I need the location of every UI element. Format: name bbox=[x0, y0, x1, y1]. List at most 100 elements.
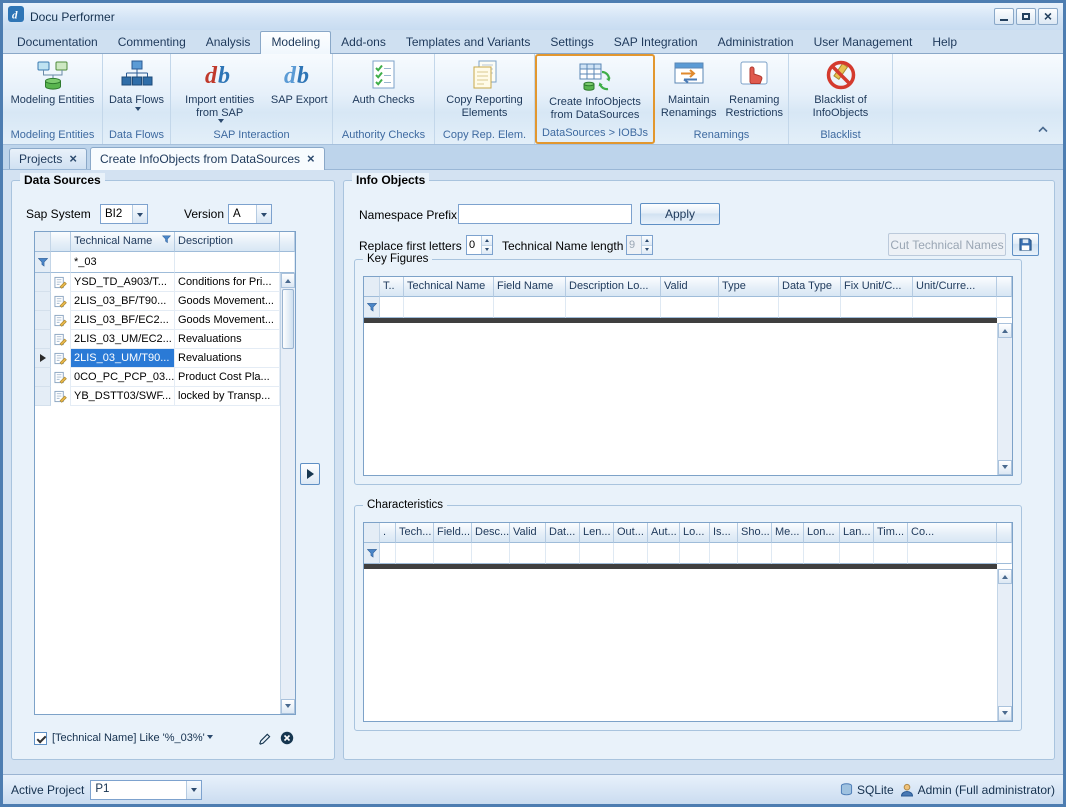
scroll-up-button[interactable] bbox=[281, 273, 295, 288]
tab-templates-and-variants[interactable]: Templates and Variants bbox=[396, 32, 541, 53]
ch-column-header[interactable]: Lan... bbox=[840, 523, 874, 543]
cell-description[interactable]: Revaluations bbox=[175, 349, 280, 368]
filter-enabled-checkbox[interactable] bbox=[34, 732, 47, 745]
table-row-selected[interactable]: 2LIS_03_UM/T90... Revaluations bbox=[35, 349, 280, 368]
active-filter-icon[interactable] bbox=[162, 235, 171, 244]
filter-cell[interactable] bbox=[614, 543, 648, 564]
description-column-header[interactable]: Description bbox=[175, 232, 280, 252]
filter-cell[interactable] bbox=[472, 543, 510, 564]
ribbon-collapse-button[interactable] bbox=[1035, 122, 1051, 136]
tab-analysis[interactable]: Analysis bbox=[196, 32, 261, 53]
cell-technical-name[interactable]: 2LIS_03_BF/T90... bbox=[71, 292, 175, 311]
filter-cell[interactable] bbox=[580, 543, 614, 564]
minimize-button[interactable] bbox=[994, 8, 1014, 25]
scrollbar-track[interactable] bbox=[998, 338, 1012, 460]
kf-column-header[interactable]: Technical Name bbox=[404, 277, 494, 297]
active-project-combo[interactable]: P1 bbox=[90, 780, 202, 800]
tab-help[interactable]: Help bbox=[922, 32, 967, 53]
tab-user-management[interactable]: User Management bbox=[804, 32, 923, 53]
filter-cell[interactable] bbox=[779, 297, 841, 318]
technical-name-filter-input[interactable] bbox=[71, 252, 174, 272]
filter-cell[interactable] bbox=[913, 297, 997, 318]
ch-column-header[interactable]: Lo... bbox=[680, 523, 710, 543]
tab-settings[interactable]: Settings bbox=[540, 32, 603, 53]
replace-first-letters-spinner[interactable] bbox=[466, 235, 493, 255]
scrollbar-thumb[interactable] bbox=[282, 289, 294, 349]
description-filter-cell[interactable] bbox=[175, 252, 280, 273]
scroll-up-button[interactable] bbox=[998, 323, 1012, 338]
filter-cell[interactable] bbox=[772, 543, 804, 564]
renaming-restrictions-button[interactable]: Renaming Restrictions bbox=[723, 56, 787, 128]
vertical-scrollbar[interactable] bbox=[997, 323, 1012, 475]
filter-cell[interactable] bbox=[434, 543, 472, 564]
version-combo[interactable]: A bbox=[228, 204, 272, 224]
table-row[interactable]: YSD_TD_A903/T... Conditions for Pri... bbox=[35, 273, 280, 292]
filter-cell[interactable] bbox=[738, 543, 772, 564]
table-row[interactable]: 2LIS_03_BF/T90... Goods Movement... bbox=[35, 292, 280, 311]
table-row[interactable]: YB_DSTT03/SWF... locked by Transp... bbox=[35, 387, 280, 406]
edit-filter-button[interactable] bbox=[255, 729, 273, 747]
modeling-entities-button[interactable]: Modeling Entities bbox=[7, 56, 99, 128]
data-flows-button[interactable]: Data Flows bbox=[106, 56, 168, 128]
ch-column-header[interactable]: Tim... bbox=[874, 523, 908, 543]
ch-column-header[interactable]: Field... bbox=[434, 523, 472, 543]
copy-reporting-elements-button[interactable]: Copy Reporting Elements bbox=[440, 56, 530, 128]
import-entities-from-sap-button[interactable]: db Import entities from SAP bbox=[173, 56, 266, 128]
filter-cell[interactable] bbox=[661, 297, 719, 318]
table-row[interactable]: 2LIS_03_BF/EC2... Goods Movement... bbox=[35, 311, 280, 330]
ch-column-header[interactable]: Is... bbox=[710, 523, 738, 543]
filter-cell[interactable] bbox=[648, 543, 680, 564]
filter-cell[interactable] bbox=[841, 297, 913, 318]
sap-export-button[interactable]: db SAP Export bbox=[268, 56, 330, 128]
scroll-up-button[interactable] bbox=[998, 569, 1012, 584]
tab-modeling[interactable]: Modeling bbox=[260, 31, 331, 54]
filter-cell[interactable] bbox=[546, 543, 580, 564]
create-infoobjects-from-datasources-button[interactable]: Create InfoObjects from DataSources bbox=[539, 58, 651, 126]
dropdown-arrow-icon[interactable] bbox=[207, 735, 213, 742]
sap-system-combo[interactable]: BI2 bbox=[100, 204, 148, 224]
cell-technical-name[interactable]: YSD_TD_A903/T... bbox=[71, 273, 175, 292]
kf-column-header[interactable]: T.. bbox=[380, 277, 404, 297]
chevron-down-icon[interactable] bbox=[186, 781, 201, 799]
table-row[interactable]: 2LIS_03_UM/EC2... Revaluations bbox=[35, 330, 280, 349]
chevron-down-icon[interactable] bbox=[256, 205, 271, 223]
blacklist-of-infoobjects-button[interactable]: Blacklist of InfoObjects bbox=[803, 56, 879, 128]
scroll-down-button[interactable] bbox=[998, 460, 1012, 475]
save-button[interactable] bbox=[1012, 233, 1039, 256]
ch-column-header[interactable]: Out... bbox=[614, 523, 648, 543]
cell-technical-name[interactable]: 2LIS_03_BF/EC2... bbox=[71, 311, 175, 330]
technical-name-column-header[interactable]: Technical Name bbox=[71, 232, 175, 252]
ch-column-header[interactable]: Valid bbox=[510, 523, 546, 543]
kf-column-header[interactable]: Type bbox=[719, 277, 779, 297]
tab-administration[interactable]: Administration bbox=[708, 32, 804, 53]
kf-column-header[interactable]: Valid bbox=[661, 277, 719, 297]
cell-description[interactable]: Goods Movement... bbox=[175, 311, 280, 330]
filter-cell[interactable] bbox=[840, 543, 874, 564]
move-right-button[interactable] bbox=[300, 463, 320, 485]
ch-column-header[interactable]: Tech... bbox=[396, 523, 434, 543]
cell-technical-name[interactable]: 2LIS_03_UM/T90... bbox=[71, 349, 175, 368]
filter-cell[interactable] bbox=[566, 297, 661, 318]
vertical-scrollbar[interactable] bbox=[997, 569, 1012, 721]
scrollbar-track[interactable] bbox=[998, 584, 1012, 706]
filter-cell[interactable] bbox=[874, 543, 908, 564]
table-row[interactable]: 0CO_PC_PCP_03... Product Cost Pla... bbox=[35, 368, 280, 387]
cell-description[interactable]: locked by Transp... bbox=[175, 387, 280, 406]
filter-cell[interactable] bbox=[804, 543, 840, 564]
replace-first-letters-input[interactable] bbox=[467, 236, 481, 254]
spin-down-icon[interactable] bbox=[482, 246, 492, 255]
cut-technical-names-button[interactable]: Cut Technical Names bbox=[888, 233, 1006, 256]
ch-column-header[interactable]: Me... bbox=[772, 523, 804, 543]
close-tab-icon[interactable] bbox=[307, 152, 315, 166]
cell-technical-name[interactable]: 0CO_PC_PCP_03... bbox=[71, 368, 175, 387]
tab-sap-integration[interactable]: SAP Integration bbox=[604, 32, 708, 53]
cell-technical-name[interactable]: YB_DSTT03/SWF... bbox=[71, 387, 175, 406]
ch-column-header[interactable]: Aut... bbox=[648, 523, 680, 543]
cell-description[interactable]: Revaluations bbox=[175, 330, 280, 349]
chevron-down-icon[interactable] bbox=[132, 205, 147, 223]
kf-column-header[interactable]: Unit/Curre... bbox=[913, 277, 997, 297]
kf-column-header[interactable]: Field Name bbox=[494, 277, 566, 297]
tab-documentation[interactable]: Documentation bbox=[7, 32, 108, 53]
auth-checks-button[interactable]: Auth Checks bbox=[344, 56, 424, 128]
ch-column-header[interactable]: Lon... bbox=[804, 523, 840, 543]
